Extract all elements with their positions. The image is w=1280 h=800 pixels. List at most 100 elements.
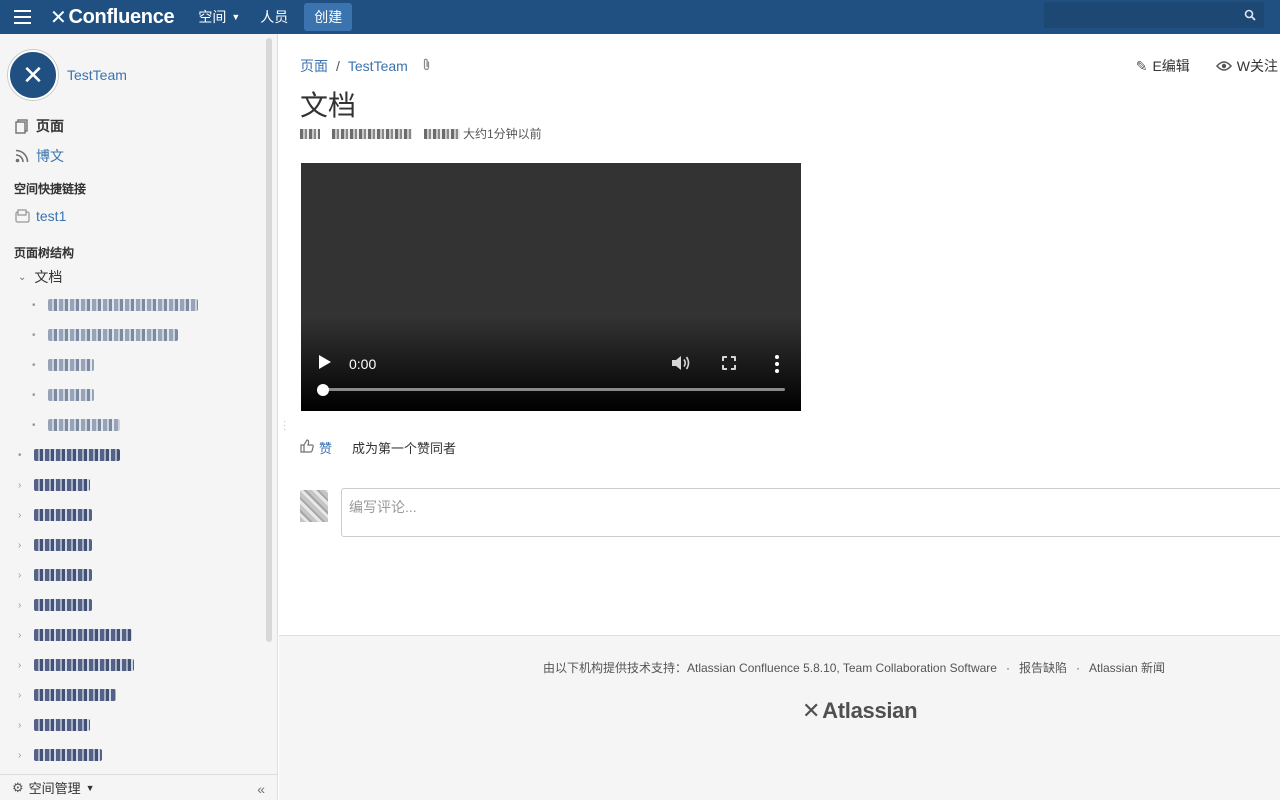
sidebar-item-blog-label: 博文 [36, 148, 64, 164]
nav-spaces-label: 空间 [198, 9, 227, 25]
breadcrumb-space-link[interactable]: TestTeam [348, 58, 408, 74]
space-logo-icon[interactable]: ✕ [8, 50, 58, 100]
chevron-down-icon[interactable]: ⌄ [18, 272, 26, 283]
sidebar-resize-handle[interactable]: · · · [283, 417, 286, 435]
chevron-right-icon[interactable]: › [18, 510, 28, 521]
chevron-right-icon[interactable]: › [18, 750, 28, 761]
menu-icon[interactable] [0, 0, 44, 34]
watch-button[interactable]: W关注 [1215, 56, 1278, 76]
chevron-right-icon[interactable]: › [18, 570, 28, 581]
atlassian-news-link[interactable]: Atlassian 新闻 [1089, 661, 1165, 675]
comment-input[interactable]: 编写评论... [341, 488, 1280, 537]
space-tools-label[interactable]: 空间管理 [29, 778, 81, 797]
tree-child-label [48, 419, 120, 431]
last-updated-time[interactable]: 大约1分钟以前 [463, 125, 542, 142]
video-progress-knob[interactable] [317, 384, 329, 396]
tree-item[interactable]: › [18, 655, 134, 675]
bullet-icon: • [32, 389, 36, 401]
space-name-link[interactable]: TestTeam [67, 67, 127, 83]
shortcut-label: test1 [36, 208, 67, 224]
sidebar-item-blog[interactable]: 博文 [14, 146, 64, 166]
tree-item-label [34, 749, 102, 761]
tree-item[interactable]: › [18, 565, 92, 585]
breadcrumb: 页面 / TestTeam [300, 56, 431, 76]
sidebar: ✕ TestTeam 页面 博文 空间快捷链接 test1 页面树结构 ⌄ 文档… [0, 34, 278, 800]
shortcut-link-icon [14, 208, 30, 224]
page-tree-heading: 页面树结构 [14, 246, 75, 260]
tree-child-item[interactable]: • [32, 355, 94, 375]
chevron-right-icon[interactable]: › [18, 540, 28, 551]
play-icon[interactable] [319, 355, 331, 369]
create-button[interactable]: 创建 [304, 3, 353, 31]
tree-item[interactable]: › [18, 685, 116, 705]
thumbs-up-icon[interactable] [300, 439, 314, 456]
nav-people-label: 人员 [260, 9, 289, 25]
create-label: 创建 [314, 9, 343, 25]
bullet-icon: • [32, 359, 36, 371]
collapse-sidebar-icon[interactable]: « [257, 781, 265, 797]
editor-name-redacted[interactable] [424, 128, 460, 139]
tree-item[interactable]: › [18, 595, 92, 615]
more-options-icon[interactable] [775, 355, 779, 376]
page-metadata: 大约1分钟以前 [300, 125, 542, 142]
tree-item-label [34, 629, 132, 641]
tree-item-label [34, 719, 90, 731]
tree-child-item[interactable]: • [32, 295, 198, 315]
page-actions: ✎ E编辑 W关注 [1136, 56, 1278, 76]
breadcrumb-pages-link[interactable]: 页面 [300, 56, 328, 76]
shortcut-link-test1[interactable]: test1 [14, 208, 66, 224]
powered-by-text[interactable]: 由以下机构提供技术支持：Atlassian Confluence 5.8.10,… [543, 661, 997, 675]
like-hint: 成为第一个赞同者 [352, 441, 457, 456]
footer-separator: · [1075, 661, 1080, 675]
bullet-icon: • [18, 449, 22, 461]
report-bug-link[interactable]: 报告缺陷 [1019, 661, 1067, 675]
tree-child-item[interactable]: • [32, 325, 178, 345]
volume-icon[interactable] [671, 355, 691, 376]
tree-child-item[interactable]: • [32, 415, 120, 435]
chevron-right-icon[interactable]: › [18, 600, 28, 611]
tree-child-label [48, 389, 94, 401]
gear-icon[interactable]: ⚙ [12, 780, 24, 796]
video-player[interactable]: 0:00 [301, 163, 801, 411]
page-title: 文档 [300, 90, 357, 121]
sidebar-scrollbar[interactable] [266, 38, 272, 642]
tree-item[interactable]: › [18, 475, 90, 495]
tree-item[interactable]: › [18, 505, 92, 525]
search-input[interactable] [1044, 2, 1264, 28]
video-progress-bar[interactable] [321, 388, 785, 391]
tree-item-label [34, 449, 120, 461]
tree-item[interactable]: › [18, 715, 90, 735]
tree-child-item[interactable]: • [32, 385, 94, 405]
nav-spaces[interactable]: 空间 ▼ [188, 3, 250, 31]
nav-people[interactable]: 人员 [250, 3, 298, 31]
chevron-right-icon[interactable]: › [18, 480, 28, 491]
chevron-right-icon[interactable]: › [18, 720, 28, 731]
tree-root-label: 文档 [34, 269, 63, 285]
bullet-icon: • [32, 419, 36, 431]
edit-button[interactable]: ✎ E编辑 [1136, 56, 1190, 76]
tree-root-item[interactable]: ⌄ 文档 [18, 267, 62, 287]
tree-item-label [34, 539, 92, 551]
chevron-right-icon[interactable]: › [18, 630, 28, 641]
chevron-right-icon[interactable]: › [18, 660, 28, 671]
sidebar-item-pages[interactable]: 页面 [14, 116, 64, 136]
tree-child-label [48, 359, 94, 371]
tree-item[interactable]: › [18, 535, 92, 555]
shortcuts-heading: 空间快捷链接 [14, 182, 87, 196]
tree-item-label [34, 479, 90, 491]
video-time: 0:00 [349, 356, 377, 372]
confluence-logo[interactable]: ✕ Confluence [50, 5, 175, 30]
chevron-down-icon: ▼ [231, 12, 241, 22]
pages-icon [14, 118, 30, 134]
fullscreen-icon[interactable] [721, 355, 737, 371]
tree-item[interactable]: • [18, 445, 120, 465]
like-button[interactable]: 赞 [319, 438, 332, 457]
atlassian-logo[interactable]: ✕ Atlassian [802, 698, 918, 724]
tree-item-label [34, 569, 92, 581]
footer-links: 由以下机构提供技术支持：Atlassian Confluence 5.8.10,… [543, 659, 1165, 676]
tree-item[interactable]: › [18, 745, 102, 765]
eye-icon [1215, 58, 1232, 74]
chevron-right-icon[interactable]: › [18, 690, 28, 701]
attachment-icon[interactable] [422, 58, 431, 74]
tree-item[interactable]: › [18, 625, 132, 645]
